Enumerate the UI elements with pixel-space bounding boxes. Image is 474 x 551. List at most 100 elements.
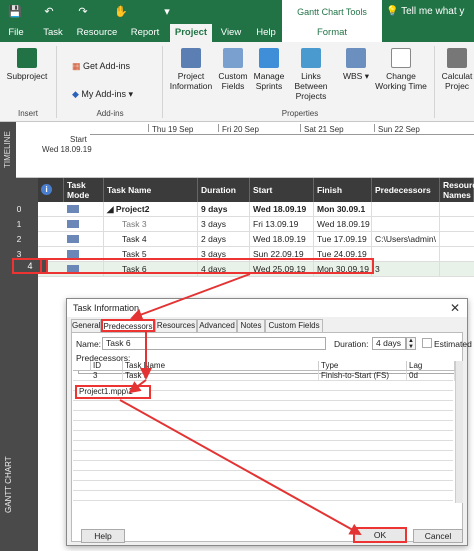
table-row[interactable] [73, 471, 453, 481]
wbs-button[interactable]: WBS ▾ [340, 48, 372, 81]
task-mode-cell [64, 202, 104, 217]
predecessors-table: ID Task Name Type Lag 3 Task 5 Finish-to… [73, 361, 463, 511]
duration-cell[interactable]: 3 days [198, 217, 250, 232]
estimated-checkbox[interactable] [422, 338, 432, 348]
calculate-project-button[interactable]: Calculat Projec [440, 48, 474, 91]
table-row[interactable] [73, 461, 453, 471]
task-information-dialog: Task Information ✕ General Predecessors … [66, 298, 472, 546]
type-cell[interactable]: Finish-to-Start (FS) [319, 371, 407, 381]
tab-format[interactable]: Format [282, 24, 382, 42]
column-header-finish[interactable]: Finish [314, 178, 372, 202]
predecessors-cell[interactable]: C:\Users\admin\ [372, 232, 440, 247]
finish-cell[interactable]: Mon 30.09.1 [314, 202, 372, 217]
column-header-duration[interactable]: Duration [198, 178, 250, 202]
tab-help[interactable]: Help [252, 24, 280, 42]
table-scrollbar[interactable] [455, 361, 463, 503]
tab-advanced[interactable]: Advanced [197, 319, 237, 332]
tab-report[interactable]: Report [126, 24, 164, 42]
table-row[interactable] [73, 441, 453, 451]
start-cell[interactable]: Wed 18.09.19 [250, 202, 314, 217]
cancel-button[interactable]: Cancel [413, 529, 463, 543]
tab-resource[interactable]: Resource [74, 24, 120, 42]
tab-file[interactable]: File [4, 24, 28, 42]
table-row[interactable] [73, 491, 453, 501]
lightbulb-icon: 💡 [386, 6, 402, 17]
duration-cell[interactable]: 2 days [198, 232, 250, 247]
timeline-pane[interactable]: TIMELINE Thu 19 Sep Fri 20 Sep Sat 21 Se… [0, 122, 474, 178]
help-button[interactable]: Help [81, 529, 125, 543]
tab-notes[interactable]: Notes [237, 319, 265, 332]
calendar-icon [391, 48, 411, 68]
start-cell[interactable]: Wed 18.09.19 [250, 232, 314, 247]
tab-custom-fields[interactable]: Custom Fields [265, 319, 323, 332]
table-row[interactable] [73, 481, 453, 491]
manage-sprints-button[interactable]: Manage Sprints [252, 48, 286, 91]
change-working-time-button[interactable]: Change Working Time [374, 48, 428, 91]
info-icon: i [41, 184, 52, 195]
name-field[interactable]: Task 6 [102, 337, 326, 350]
title-bar: 💾 ↶ ↷ ✋ ▾ Gantt Chart Tools 💡 Tell me wh… [0, 0, 474, 24]
project-information-button[interactable]: Project Information [168, 48, 214, 91]
table-row[interactable] [73, 451, 453, 461]
task-name-cell[interactable]: ◢ Project2 [104, 202, 198, 217]
custom-fields-icon [223, 48, 243, 68]
finish-cell[interactable]: Wed 18.09.19 [314, 217, 372, 232]
duration-stepper[interactable]: ▲ ▼ [406, 337, 416, 350]
column-header-task-mode[interactable]: Task Mode [64, 178, 104, 202]
get-addins-button[interactable]: ▦ Get Add-ins [72, 59, 130, 73]
finish-cell[interactable]: Tue 17.09.19 [314, 232, 372, 247]
tab-predecessors[interactable]: Predecessors [101, 319, 155, 332]
task-name-cell[interactable]: Task 5 [123, 371, 319, 381]
save-icon[interactable]: 💾 [8, 5, 22, 19]
table-row[interactable] [73, 421, 453, 431]
start-cell[interactable]: Fri 13.09.19 [250, 217, 314, 232]
table-row[interactable]: 1 Task 3 3 days Fri 13.09.19 Wed 18.09.1… [17, 217, 474, 232]
custom-fields-button[interactable]: Custom Fields [216, 48, 250, 91]
gantt-chart-label: GANTT CHART [4, 456, 13, 513]
tab-resources[interactable]: Resources [155, 319, 197, 332]
duration-cell[interactable]: 9 days [198, 202, 250, 217]
task-name-cell[interactable]: Task 4 [104, 232, 198, 247]
predecessors-cell[interactable]: 3 [372, 262, 440, 277]
task-mode-icon [67, 205, 79, 213]
undo-icon[interactable]: ↶ [42, 5, 56, 19]
tab-view[interactable]: View [216, 24, 246, 42]
chevron-down-icon: ▾ [125, 89, 133, 99]
lag-cell[interactable]: 0d [407, 371, 455, 381]
predecessors-cell[interactable] [372, 202, 440, 217]
ok-button[interactable]: OK [353, 527, 407, 543]
predecessors-cell[interactable] [372, 217, 440, 232]
column-header-start[interactable]: Start [250, 178, 314, 202]
selected-predecessor-cell[interactable]: Project1.mpp\1 [75, 385, 151, 399]
column-header-task-name[interactable]: Task Name [104, 178, 198, 202]
column-header-resource-names[interactable]: Resource Names [440, 178, 474, 202]
redo-icon[interactable]: ↷ [76, 5, 90, 19]
table-row[interactable]: 2 Task 4 2 days Wed 18.09.19 Tue 17.09.1… [17, 232, 474, 247]
tab-project[interactable]: Project [170, 24, 212, 42]
tab-general[interactable]: General [71, 319, 101, 332]
estimated-label: Estimated [434, 339, 472, 349]
task-name-cell[interactable]: Task 3 [104, 217, 198, 232]
table-row[interactable] [73, 401, 453, 411]
column-header-task-name: Task Name [123, 361, 319, 371]
info-column-header[interactable]: i [38, 178, 64, 202]
touch-mode-icon[interactable]: ✋ [114, 5, 128, 19]
links-between-projects-button[interactable]: Links Between Projects [286, 48, 336, 101]
customize-quick-access-icon[interactable]: ▾ [160, 5, 174, 19]
tab-task[interactable]: Task [38, 24, 68, 42]
tell-me-search[interactable]: 💡 Tell me what y [386, 0, 474, 24]
task-mode-icon [67, 250, 79, 258]
id-cell[interactable]: 3 [91, 371, 123, 381]
table-row[interactable]: 3 Task 5 Finish-to-Start (FS) 0d [73, 371, 455, 381]
my-addins-button[interactable]: ◆ My Add-ins ▾ [72, 87, 133, 101]
table-row[interactable] [73, 411, 453, 421]
collapse-icon[interactable]: ◢ [107, 204, 116, 214]
duration-field[interactable]: 4 days [372, 337, 406, 350]
table-row[interactable]: 0 ◢ Project2 9 days Wed 18.09.19 Mon 30.… [17, 202, 474, 217]
subproject-button[interactable]: Subproject [6, 48, 48, 81]
table-row[interactable] [73, 431, 453, 441]
close-icon[interactable]: ✕ [447, 299, 463, 317]
subproject-icon [17, 48, 37, 68]
column-header-predecessors[interactable]: Predecessors [372, 178, 440, 202]
predecessors-cell[interactable] [372, 247, 440, 262]
